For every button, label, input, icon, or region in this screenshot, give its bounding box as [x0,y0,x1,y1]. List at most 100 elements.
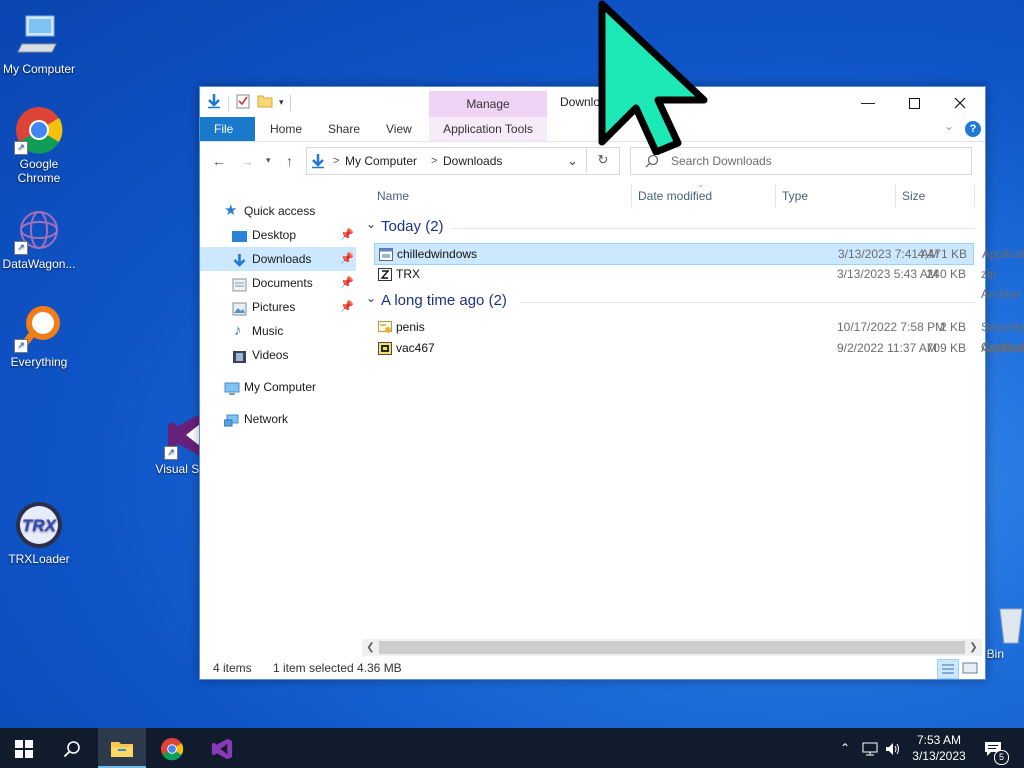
zip-archive-icon [378,267,392,281]
taskbar-visual-studio[interactable] [198,728,246,768]
application-icon [379,247,393,261]
properties-icon[interactable] [235,93,251,112]
group-header-long-time-ago[interactable]: A long time ago (2) [381,290,507,312]
show-hidden-icons-button[interactable]: ⌃ [840,728,850,768]
group-collapse-icon[interactable]: ⌄ [366,217,376,231]
pin-icon[interactable]: 📌 [340,223,354,247]
nav-quick-access[interactable]: ★ Quick access [200,199,356,223]
separator [289,94,291,111]
nav-my-computer[interactable]: My Computer [200,375,356,399]
windows-logo-icon [15,739,33,758]
address-bar[interactable]: > My Computer > Downloads ⌄ [306,147,620,175]
group-divider [520,302,976,303]
pin-icon[interactable]: 📌 [340,271,354,295]
customize-toolbar-icon[interactable]: ▾ [279,97,284,108]
desktop-icon-google-chrome[interactable]: ↗ Google Chrome [0,105,78,185]
search-button[interactable] [48,728,96,768]
ribbon-tabs: File Home Share View Application Tools ⌄… [200,117,985,142]
maximize-icon [908,94,920,110]
back-button[interactable]: ← [212,153,226,169]
close-button[interactable] [937,87,983,117]
nav-documents[interactable]: Documents 📌 [200,271,356,295]
manage-tab[interactable]: Manage [429,91,547,117]
quick-access-toolbar: ▾ [206,93,291,112]
up-button[interactable]: ↑ [286,153,293,169]
nav-network[interactable]: Network [200,407,356,431]
expand-ribbon-icon[interactable]: ⌄ [944,119,954,133]
folder-icon [111,741,133,757]
scroll-right-arrow-icon[interactable]: ❯ [965,639,982,656]
new-folder-icon[interactable] [257,93,273,112]
minimize-button[interactable]: — [845,87,891,117]
breadcrumb-separator: > [333,155,340,167]
nav-videos[interactable]: Videos [200,343,356,367]
action-center-button[interactable]: 5 [984,728,1009,768]
column-separator[interactable] [974,185,975,207]
group-header-today[interactable]: Today (2) [381,216,444,238]
column-separator[interactable] [775,185,776,207]
scroll-left-arrow-icon[interactable]: ❮ [362,639,379,656]
application-icon [378,341,392,355]
large-icons-view-icon [962,662,978,674]
large-icons-view-button[interactable] [961,660,979,676]
scrollbar-thumb[interactable] [379,641,965,654]
title-bar[interactable]: ▾ Manage Downlo — [200,87,985,117]
breadcrumb-my-computer[interactable]: My Computer [345,148,417,174]
forward-button[interactable]: → [240,153,254,169]
start-button[interactable] [0,728,48,768]
maximize-button[interactable] [891,87,937,117]
volume-icon[interactable] [885,728,901,768]
tab-share[interactable]: Share [314,117,374,141]
desktop-icon-my-computer[interactable]: My Computer [0,10,78,76]
column-separator[interactable] [631,185,632,207]
details-view-button[interactable] [937,659,959,679]
nav-pictures[interactable]: Pictures 📌 [200,295,356,319]
column-header-size[interactable]: Size [902,185,925,207]
horizontal-scrollbar[interactable]: ❮ ❯ [362,639,982,656]
chrome-icon [160,737,184,761]
file-row[interactable]: penis 10/17/2022 7:58 PM Security Certif… [374,317,1024,354]
column-header-date-modified[interactable]: Date modified [638,185,712,207]
column-separator[interactable] [895,185,896,207]
nav-desktop[interactable]: Desktop 📌 [200,223,356,247]
taskbar-clock[interactable]: 7:53 AM 3/13/2023 [902,732,976,764]
taskbar-chrome[interactable] [148,728,196,768]
pictures-icon [232,300,247,316]
desktop-icon-datawagon[interactable]: ↗ DataWagon... [0,205,78,271]
clock-date: 3/13/2023 [912,749,966,763]
navigation-pane: ★ Quick access Desktop 📌 Downloads 📌 Doc… [200,187,358,647]
tab-file[interactable]: File [200,117,255,141]
breadcrumb-downloads[interactable]: Downloads [443,148,502,174]
status-selection: 1 item selected [273,661,354,675]
tab-view[interactable]: View [372,117,426,141]
group-collapse-icon[interactable]: ⌄ [366,291,376,305]
file-row[interactable]: chilledwindows 3/13/2023 7:41 AM Applica… [374,243,1024,265]
download-arrow-icon [232,252,247,267]
pin-icon[interactable]: 📌 [340,247,354,271]
star-icon: ★ [224,202,238,219]
chevron-down-icon: ▾ [266,155,271,165]
nav-music[interactable]: ♪ Music [200,319,356,343]
desktop-icon-trxloader[interactable]: TRX TRXLoader [0,500,78,566]
file-row[interactable]: TRX 3/13/2023 5:43 AM zip Archive 240 KB [374,264,1021,301]
desktop-icon-everything[interactable]: ↗ Everything [0,303,78,369]
help-icon[interactable]: ? [965,121,981,137]
chevron-up-icon: ⌃ [840,741,851,755]
taskbar-file-explorer[interactable] [98,728,146,768]
pin-icon[interactable]: 📌 [340,295,354,319]
tab-application-tools[interactable]: Application Tools [429,117,547,141]
recent-locations-button[interactable]: ▾ [266,155,271,166]
status-selection-size: 4.36 MB [357,661,402,675]
desktop-folder-icon [232,228,247,242]
shortcut-arrow-icon: ↗ [164,446,178,460]
separator [228,94,229,111]
explorer-window[interactable]: ▾ Manage Downlo — File Home Share View A… [199,86,1024,680]
address-dropdown-icon[interactable]: ⌄ [567,148,578,174]
file-row[interactable]: vac467 9/2/2022 11:37 AM Application 709… [374,338,1024,358]
details-view-icon [942,664,954,674]
network-status-icon[interactable] [862,728,878,768]
column-header-type[interactable]: Type [782,185,808,207]
column-header-name[interactable]: Name [377,185,409,207]
nav-downloads[interactable]: Downloads 📌 [200,247,356,271]
tab-home[interactable]: Home [256,117,316,141]
